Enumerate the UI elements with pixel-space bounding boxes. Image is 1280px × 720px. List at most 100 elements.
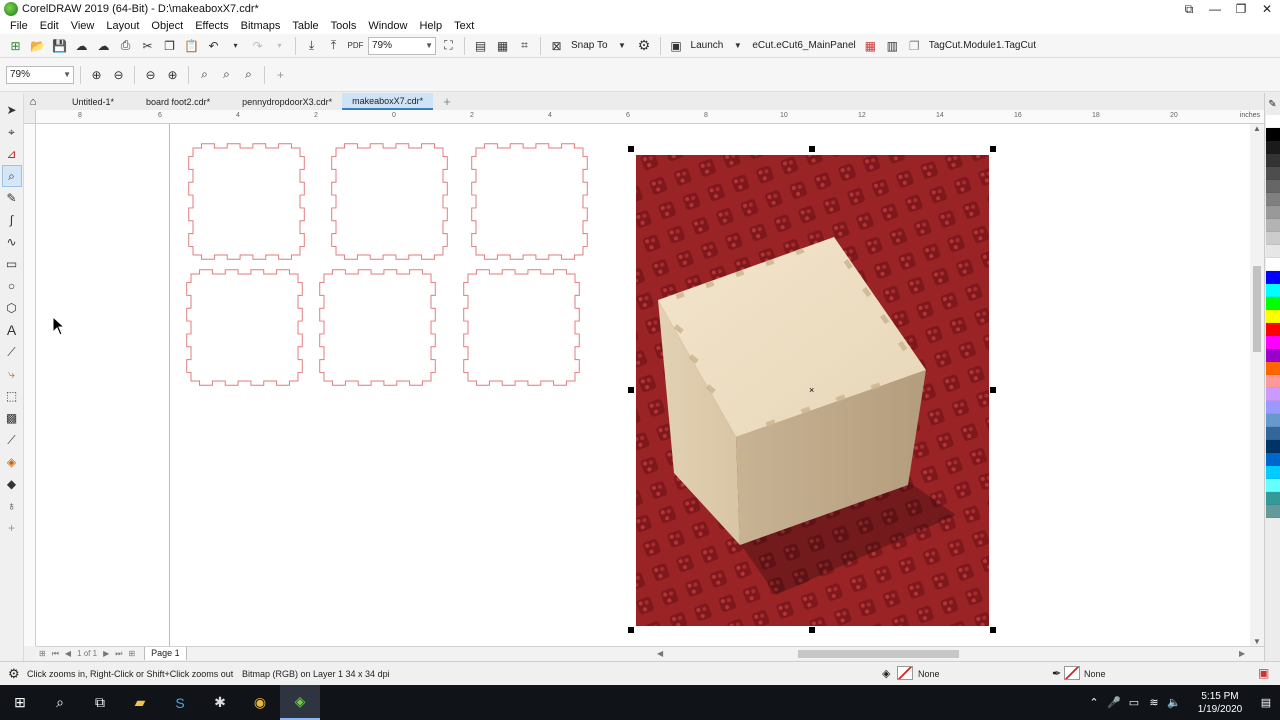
polygon-tool-icon[interactable]: ⬡ — [2, 297, 22, 319]
rulers-icon[interactable]: ▤ — [471, 36, 490, 55]
undo-icon[interactable]: ↶ — [204, 36, 223, 55]
color-swatch[interactable] — [1266, 180, 1280, 193]
tray-chevron-icon[interactable]: ⌃ — [1084, 696, 1104, 709]
home-tab-icon[interactable]: ⌂ — [24, 93, 42, 110]
scroll-down-icon[interactable]: ▼ — [1253, 637, 1261, 646]
minimize-button[interactable]: — — [1202, 0, 1228, 18]
app-launcher-icon[interactable]: ▣ — [667, 36, 686, 55]
color-swatch[interactable] — [1266, 466, 1280, 479]
tagcut-icon[interactable]: ❐ — [905, 36, 924, 55]
chevron-down-icon[interactable]: ▼ — [425, 41, 433, 50]
menu-effects[interactable]: Effects — [189, 20, 234, 32]
task-view-icon[interactable]: ⧉ — [80, 685, 120, 720]
eyedropper-tool-icon[interactable]: ⟋ — [2, 429, 22, 451]
cloud-open-icon[interactable]: ☁ — [72, 36, 91, 55]
tray-wifi-icon[interactable]: ≋ — [1144, 696, 1164, 709]
redo-icon[interactable]: ↷ — [248, 36, 267, 55]
search-icon[interactable]: ⌕ — [40, 685, 80, 720]
selection-handle-tl[interactable] — [628, 146, 634, 152]
tray-mic-icon[interactable]: 🎤 — [1104, 696, 1124, 709]
macro-ecut-label[interactable]: eCut.eCut6_MainPanel — [750, 40, 857, 51]
color-swatch[interactable] — [1266, 206, 1280, 219]
snap-to-label[interactable]: Snap To — [569, 40, 610, 51]
envelope-tool-icon[interactable]: ⬚ — [2, 385, 22, 407]
color-swatch[interactable] — [1266, 154, 1280, 167]
page-tab-1[interactable]: Page 1 — [144, 647, 187, 660]
color-swatch[interactable] — [1266, 427, 1280, 440]
color-swatch[interactable] — [1266, 349, 1280, 362]
zoom-tool-icon[interactable]: ⌕ — [1, 165, 22, 187]
color-swatch[interactable] — [1266, 336, 1280, 349]
close-button[interactable]: ✕ — [1254, 0, 1280, 18]
color-swatch[interactable] — [1266, 245, 1280, 258]
box-panel-5[interactable] — [319, 269, 436, 386]
rectangle-tool-icon[interactable]: ▭ — [2, 253, 22, 275]
selection-handle-bm[interactable] — [809, 627, 815, 633]
color-swatch[interactable] — [1266, 232, 1280, 245]
add-icon[interactable]: + — [271, 65, 290, 84]
menu-bitmaps[interactable]: Bitmaps — [235, 20, 287, 32]
color-swatch[interactable] — [1266, 167, 1280, 180]
color-manager-icon[interactable]: ▣ — [1258, 666, 1269, 680]
new-tab-icon[interactable]: + — [433, 93, 461, 110]
snap-dropdown-icon[interactable]: ▼ — [613, 36, 632, 55]
color-swatch[interactable] — [1266, 323, 1280, 336]
ruler-origin[interactable] — [24, 110, 36, 124]
color-swatch[interactable] — [1266, 440, 1280, 453]
color-swatch[interactable] — [1266, 375, 1280, 388]
color-swatch[interactable] — [1266, 505, 1280, 518]
tray-battery-icon[interactable]: ▭ — [1124, 696, 1144, 709]
color-swatch[interactable] — [1266, 115, 1280, 128]
prev-page-icon[interactable]: ◀ — [62, 649, 74, 658]
color-swatch[interactable] — [1266, 310, 1280, 323]
menu-text[interactable]: Text — [448, 20, 480, 32]
ellipse-tool-icon[interactable]: ○ — [2, 275, 22, 297]
color-swatch[interactable] — [1266, 414, 1280, 427]
color-swatch[interactable] — [1266, 388, 1280, 401]
parallel-dimension-icon[interactable]: ⟋ — [2, 341, 22, 363]
clock[interactable]: 5:15 PM 1/19/2020 — [1184, 690, 1256, 716]
palette-pen-icon[interactable]: ✎ — [1265, 93, 1280, 115]
first-page-icon[interactable]: ⏮ — [49, 649, 62, 659]
menu-layout[interactable]: Layout — [100, 20, 145, 32]
box-panel-4[interactable] — [186, 269, 303, 386]
bezier-tool-icon[interactable]: ∿ — [2, 231, 22, 253]
copy-icon[interactable]: ❐ — [160, 36, 179, 55]
zoom-to-page-width-icon[interactable]: ⌕ — [217, 65, 236, 84]
selection-handle-bl[interactable] — [628, 627, 634, 633]
grid-icon[interactable]: ▦ — [493, 36, 512, 55]
options-gear-icon[interactable]: ⚙ — [635, 36, 654, 55]
zoom-to-all-objects-icon[interactable]: ⊕ — [163, 65, 182, 84]
scroll-right-icon[interactable]: ▶ — [1236, 649, 1248, 658]
scroll-up-icon[interactable]: ▲ — [1253, 124, 1261, 133]
zoom-level-combobox[interactable]: 79% ▼ — [368, 36, 436, 55]
cloud-save-icon[interactable]: ☁ — [94, 36, 113, 55]
zoom-out-icon[interactable]: ⊖ — [109, 65, 128, 84]
box-panel-3[interactable] — [471, 143, 588, 260]
color-swatch[interactable] — [1266, 401, 1280, 414]
fill-none-swatch[interactable] — [897, 666, 913, 680]
notifications-icon[interactable]: ▤ — [1256, 696, 1276, 709]
next-page-icon[interactable]: ▶ — [100, 649, 112, 658]
export-icon[interactable]: ⤒ — [324, 36, 343, 55]
add-page-end-icon[interactable]: ⊞ — [125, 649, 138, 658]
fill-bucket-icon[interactable]: ◈ — [882, 667, 890, 680]
selection-handle-br[interactable] — [990, 627, 996, 633]
selection-handle-mr[interactable] — [990, 387, 996, 393]
zoom-in-icon[interactable]: ⊕ — [87, 65, 106, 84]
color-swatch[interactable] — [1266, 297, 1280, 310]
new-document-icon[interactable]: ⊞ — [6, 36, 25, 55]
coreldraw-taskbar-icon[interactable]: ◈ — [280, 685, 320, 720]
full-screen-icon[interactable]: ⛶ — [439, 36, 458, 55]
color-swatch[interactable] — [1266, 219, 1280, 232]
selection-handle-ml[interactable] — [628, 387, 634, 393]
vertical-ruler[interactable] — [24, 124, 36, 646]
tab-board-foot2[interactable]: board foot2.cdr* — [136, 93, 220, 110]
app-paint-icon[interactable]: ✱ — [200, 685, 240, 720]
color-swatch[interactable] — [1266, 128, 1280, 141]
box-panel-6[interactable] — [463, 269, 580, 386]
macro-red-icon[interactable]: ▦ — [861, 36, 880, 55]
color-swatch[interactable] — [1266, 362, 1280, 375]
redo-dropdown-icon[interactable]: ▾ — [270, 36, 289, 55]
tab-untitled-1[interactable]: Untitled-1* — [62, 93, 124, 110]
